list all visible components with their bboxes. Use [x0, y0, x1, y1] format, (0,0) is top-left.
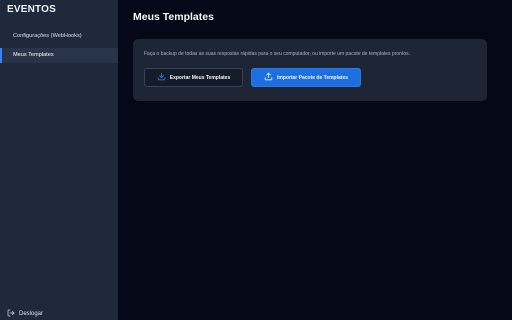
backup-card: Faça o backup de todas as suas respostas… [133, 39, 487, 101]
main-content: Meus Templates Faça o backup de todas as… [118, 0, 512, 320]
import-templates-button[interactable]: Importar Pacote de Templates [251, 68, 361, 87]
app: EVENTOS Configurações (WebHooks) Meus Te… [0, 0, 512, 320]
brand-title: EVENTOS [7, 4, 57, 15]
download-icon [157, 72, 166, 83]
upload-icon [264, 72, 273, 83]
export-button-label: Exportar Meus Templates [169, 74, 231, 81]
logout-icon [7, 309, 15, 319]
page-title: Meus Templates [133, 11, 214, 23]
sidebar-nav: Configurações (WebHooks) Meus Templates [0, 29, 118, 67]
import-button-label: Importar Pacote de Templates [276, 74, 349, 81]
sidebar: EVENTOS Configurações (WebHooks) Meus Te… [0, 0, 118, 320]
backup-description: Faça o backup de todas as suas respostas… [144, 51, 410, 57]
sidebar-item-label: Meus Templates [13, 52, 54, 58]
sidebar-item-templates[interactable]: Meus Templates [0, 48, 118, 63]
sidebar-item-label: Configurações (WebHooks) [13, 33, 82, 39]
logout-label: Deslogar [19, 311, 44, 317]
logout-button[interactable]: Deslogar [7, 309, 43, 319]
sidebar-item-webhooks[interactable]: Configurações (WebHooks) [0, 29, 118, 44]
export-templates-button[interactable]: Exportar Meus Templates [144, 68, 243, 87]
